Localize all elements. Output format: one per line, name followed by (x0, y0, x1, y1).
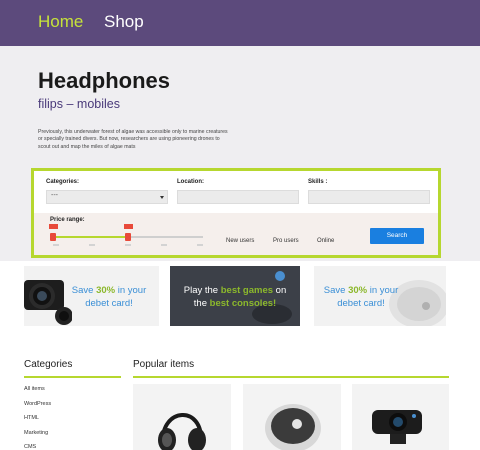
categories-heading: Categories (24, 359, 73, 370)
search-button[interactable]: Search (370, 228, 424, 244)
popular-items-divider (133, 376, 449, 378)
skills-input[interactable] (308, 190, 430, 204)
price-range-fill (53, 236, 128, 238)
filter-new-users[interactable]: New users (226, 238, 254, 244)
hero-description: Previously, this underwater forest of al… (38, 129, 228, 150)
location-input[interactable] (177, 190, 299, 204)
price-range-slider[interactable] (49, 224, 203, 241)
category-html[interactable]: HTML (24, 415, 39, 421)
categories-divider (24, 376, 121, 378)
nav-home-link[interactable]: Home (38, 12, 83, 32)
location-label: Location: (177, 179, 204, 185)
categories-select[interactable]: --- (46, 190, 168, 204)
categories-label: Categories: (46, 179, 80, 185)
page-title: Headphones (38, 68, 171, 93)
price-range-ticks (53, 244, 203, 250)
popular-items-heading: Popular items (133, 359, 195, 370)
product-card-speaker[interactable] (243, 384, 341, 450)
categories-select-value: --- (51, 192, 58, 199)
price-max-handle[interactable] (124, 224, 133, 241)
page-subtitle: filips – mobiles (38, 97, 120, 111)
chevron-down-icon (160, 196, 164, 199)
promo-text-3: Save 30% in your debet card! (323, 285, 399, 309)
product-card-headphones[interactable] (133, 384, 231, 450)
skills-label: Skills : (308, 179, 328, 185)
nav-shop-link[interactable]: Shop (104, 12, 144, 32)
promo-banner-camera[interactable]: Save 30% in your debet card! (24, 266, 159, 326)
product-card-webcam[interactable] (352, 384, 449, 450)
speaker-disc-icon (265, 404, 321, 450)
webcam-icon (372, 410, 422, 444)
promo-text-2: Play the best games on the best consoles… (183, 285, 287, 309)
promo-text-1: Save 30% in your debet card! (71, 285, 147, 309)
filter-row-secondary: Price range: New users Pro users Online … (34, 213, 438, 255)
top-nav: Home Shop (0, 0, 480, 46)
category-marketing[interactable]: Marketing (24, 430, 48, 436)
filter-pro-users[interactable]: Pro users (273, 238, 299, 244)
promo-banner-speaker[interactable]: Save 30% in your debet card! (314, 266, 446, 326)
price-range-label: Price range: (50, 217, 85, 223)
filter-online[interactable]: Online (317, 238, 334, 244)
price-min-tag (49, 224, 58, 229)
search-filter-panel: Categories: --- Location: Skills : Price… (31, 168, 441, 258)
category-all-items[interactable]: All items (24, 386, 45, 392)
price-min-handle[interactable] (49, 224, 58, 241)
promo-banner-consoles[interactable]: Play the best games on the best consoles… (170, 266, 300, 326)
category-wordpress[interactable]: WordPress (24, 401, 51, 407)
category-cms[interactable]: CMS (24, 444, 36, 450)
headphones-icon (158, 413, 206, 450)
price-max-tag (124, 224, 133, 229)
